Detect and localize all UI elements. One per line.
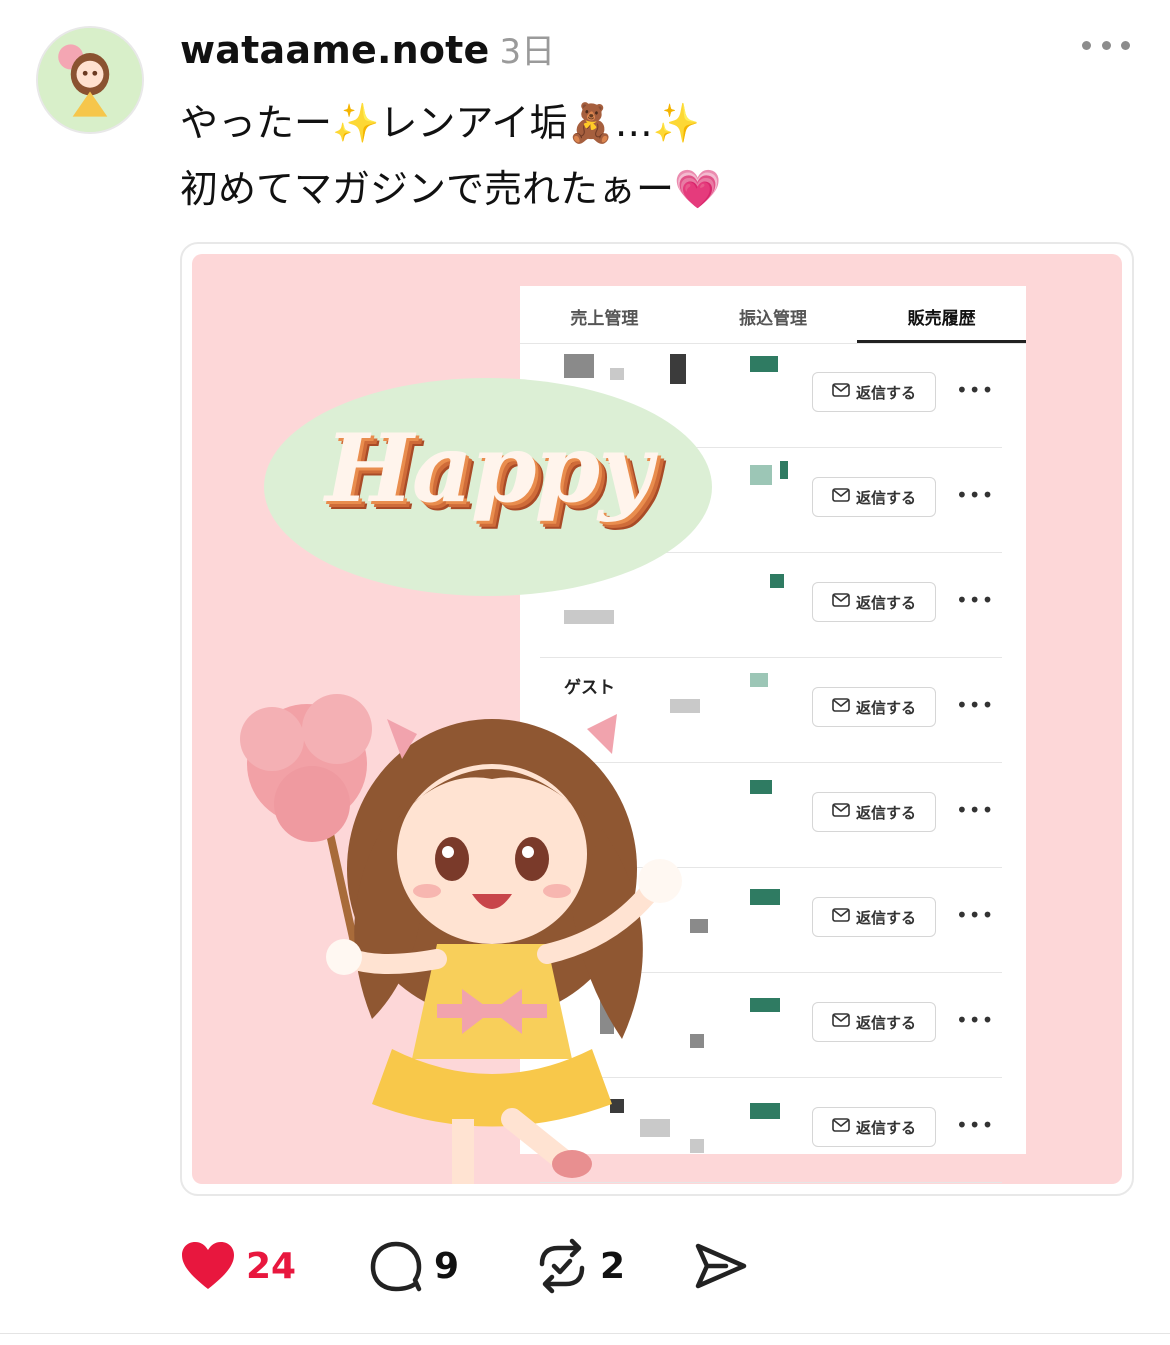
reply-button: 返信する [812, 372, 936, 412]
divider [0, 1333, 1170, 1334]
more-dot [1082, 40, 1091, 50]
reply-label: 返信する [855, 488, 916, 507]
tab-sales-management: 売上管理 [570, 309, 639, 329]
row-more-icon: ••• [956, 378, 995, 402]
comment-button[interactable]: 9 [368, 1236, 459, 1296]
mosaic-block [610, 368, 624, 380]
mail-icon [832, 383, 850, 401]
reply-button: 返信する [812, 897, 936, 937]
reply-button: 返信する [812, 1107, 936, 1147]
like-button[interactable]: 24 [180, 1236, 296, 1296]
heart-icon [182, 1242, 234, 1289]
mosaic-block [750, 1103, 780, 1119]
happy-text: Happy [325, 414, 653, 524]
like-count: 24 [246, 1245, 297, 1287]
reply-button: 返信する [812, 582, 936, 622]
reply-label: 返信する [855, 698, 916, 717]
mail-icon [832, 1118, 850, 1136]
repost-button[interactable]: 2 [534, 1236, 625, 1296]
more-icon[interactable] [1082, 30, 1130, 60]
mosaic-block [750, 465, 772, 485]
mosaic-block [750, 356, 778, 372]
mail-icon [832, 1013, 850, 1031]
post-header: wataame.note 3日 [180, 24, 555, 72]
tab-transfer-management: 振込管理 [739, 309, 807, 329]
mosaic-block [780, 461, 788, 479]
mail-icon [832, 908, 850, 926]
row-more-icon: ••• [956, 588, 995, 612]
mail-icon [832, 803, 850, 821]
row-more-icon: ••• [956, 903, 995, 927]
avatar[interactable] [36, 26, 144, 134]
mosaic-block [750, 998, 780, 1012]
comment-count: 9 [434, 1245, 460, 1287]
reply-label: 返信する [855, 908, 916, 927]
username[interactable]: wataame.note [180, 28, 490, 72]
reply-label: 返信する [855, 1013, 916, 1032]
girl-illustration [240, 694, 682, 1184]
post-text-line-2: 初めてマガジンで売れたぁー💗 [180, 167, 722, 211]
image-background: 売上管理 振込管理 販売履歴 返信する ••• 返信する ••• 返信する ••• ゲスト返… [192, 254, 1122, 1184]
reply-button: 返信する [812, 687, 936, 727]
reply-button: 返信する [812, 477, 936, 517]
repost-icon [539, 1238, 585, 1294]
post-image[interactable]: 売上管理 振込管理 販売履歴 返信する ••• 返信する ••• 返信する ••• ゲスト返… [180, 242, 1134, 1196]
mosaic-block [564, 354, 594, 378]
row-more-icon: ••• [956, 1008, 995, 1032]
more-dot [1101, 40, 1111, 50]
mosaic-block [750, 673, 768, 687]
repost-count: 2 [600, 1245, 626, 1287]
mosaic-block [670, 354, 686, 384]
share-button[interactable] [694, 1236, 748, 1296]
thread-post: wataame.note 3日 やったー✨レンアイ垢🧸…✨ 初めてマガジンで売れ… [0, 0, 1170, 1345]
mail-icon [832, 698, 850, 716]
post-time[interactable]: 3日 [500, 24, 556, 73]
post-actions: 24 9 2 [180, 1236, 780, 1296]
reply-label: 返信する [855, 1118, 916, 1137]
reply-label: 返信する [855, 383, 916, 402]
mosaic-block [564, 610, 614, 624]
mosaic-block [770, 574, 784, 588]
row-more-icon: ••• [956, 798, 995, 822]
mosaic-block [750, 889, 780, 905]
row-more-icon: ••• [956, 693, 995, 717]
mail-icon [832, 488, 850, 506]
sales-tabs: 売上管理 振込管理 販売履歴 [520, 286, 1027, 344]
tab-sales-history: 販売履歴 [857, 286, 1027, 343]
post-text-line-1: やったー✨レンアイ垢🧸…✨ [180, 101, 701, 145]
comment-icon [370, 1241, 422, 1292]
reply-label: 返信する [855, 803, 916, 822]
mail-icon [832, 593, 850, 611]
row-more-icon: ••• [956, 1113, 995, 1137]
reply-label: 返信する [855, 593, 916, 612]
reply-button: 返信する [812, 1002, 936, 1042]
reply-button: 返信する [812, 792, 936, 832]
more-dot [1121, 40, 1130, 50]
mosaic-block [750, 780, 772, 794]
share-icon [695, 1243, 747, 1289]
row-more-icon: ••• [956, 483, 995, 507]
